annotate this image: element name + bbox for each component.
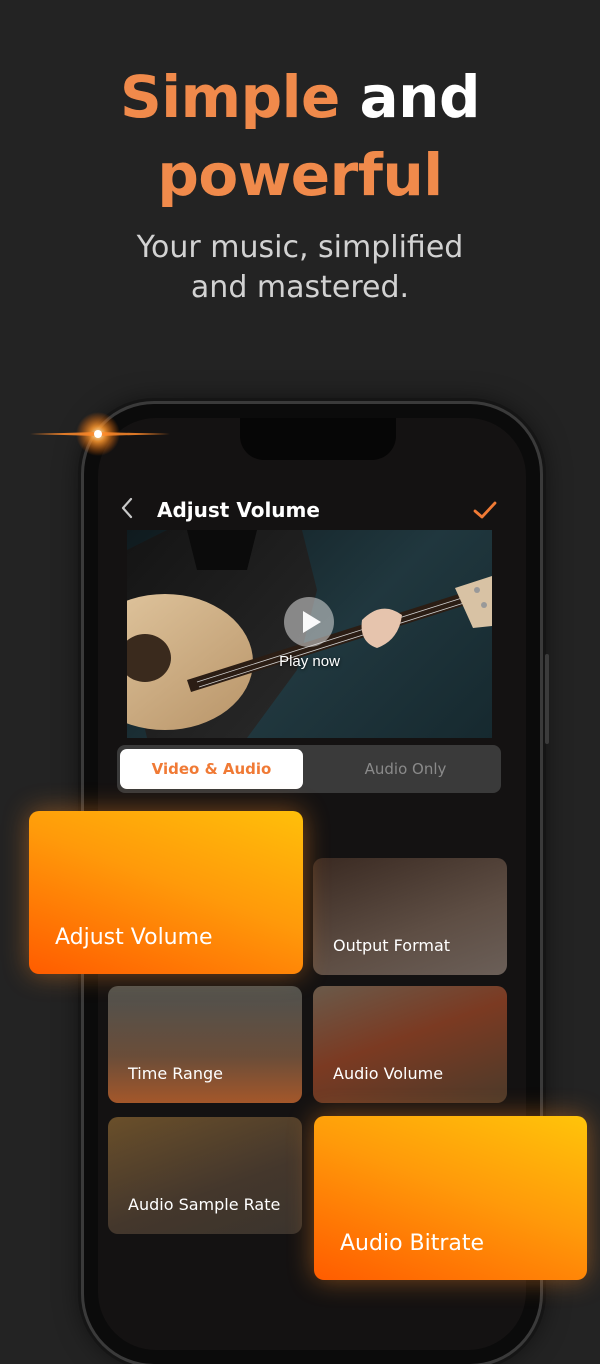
feature-card-time-range[interactable]: Time Range — [108, 986, 302, 1103]
screen-title: Adjust Volume — [157, 498, 320, 522]
feature-label: Audio Volume — [333, 1064, 444, 1083]
subtitle-line-1: Your music, simplified — [136, 230, 464, 265]
subtitle: Your music, simplified and mastered. — [0, 228, 600, 308]
feature-card-audio-volume[interactable]: Audio Volume — [313, 986, 507, 1103]
feature-label: Audio Sample Rate — [128, 1195, 281, 1214]
feature-card-output-format[interactable]: Output Format — [313, 858, 507, 975]
highlight-card-adjust-volume[interactable]: Adjust Volume — [29, 811, 303, 974]
headline-accent-word: Simple — [120, 63, 340, 131]
subtitle-line-2: and mastered. — [190, 270, 410, 305]
video-preview[interactable]: Play now — [127, 530, 492, 738]
highlight-label: Audio Bitrate — [340, 1231, 485, 1256]
feature-label: Output Format — [333, 936, 451, 955]
play-now-label[interactable]: Play now — [127, 653, 492, 670]
tab-video-audio[interactable]: Video & Audio — [120, 749, 303, 789]
headline-word-powerful: powerful — [157, 141, 443, 209]
phone-notch — [240, 418, 396, 460]
checkmark-icon[interactable] — [472, 498, 498, 522]
play-icon[interactable] — [284, 597, 334, 647]
phone-side-button — [545, 654, 549, 744]
highlight-card-audio-bitrate[interactable]: Audio Bitrate — [314, 1116, 587, 1280]
sparkle-flare — [30, 372, 170, 502]
feature-label: Time Range — [128, 1064, 223, 1083]
feature-card-audio-sample-rate[interactable]: Audio Sample Rate — [108, 1117, 302, 1234]
tab-audio-only[interactable]: Audio Only — [314, 749, 497, 789]
highlight-label: Adjust Volume — [55, 925, 213, 950]
headline-word-and: and — [359, 63, 481, 131]
mode-segmented-control: Video & Audio Audio Only — [117, 745, 501, 793]
headline: Simple and powerful — [0, 58, 600, 214]
